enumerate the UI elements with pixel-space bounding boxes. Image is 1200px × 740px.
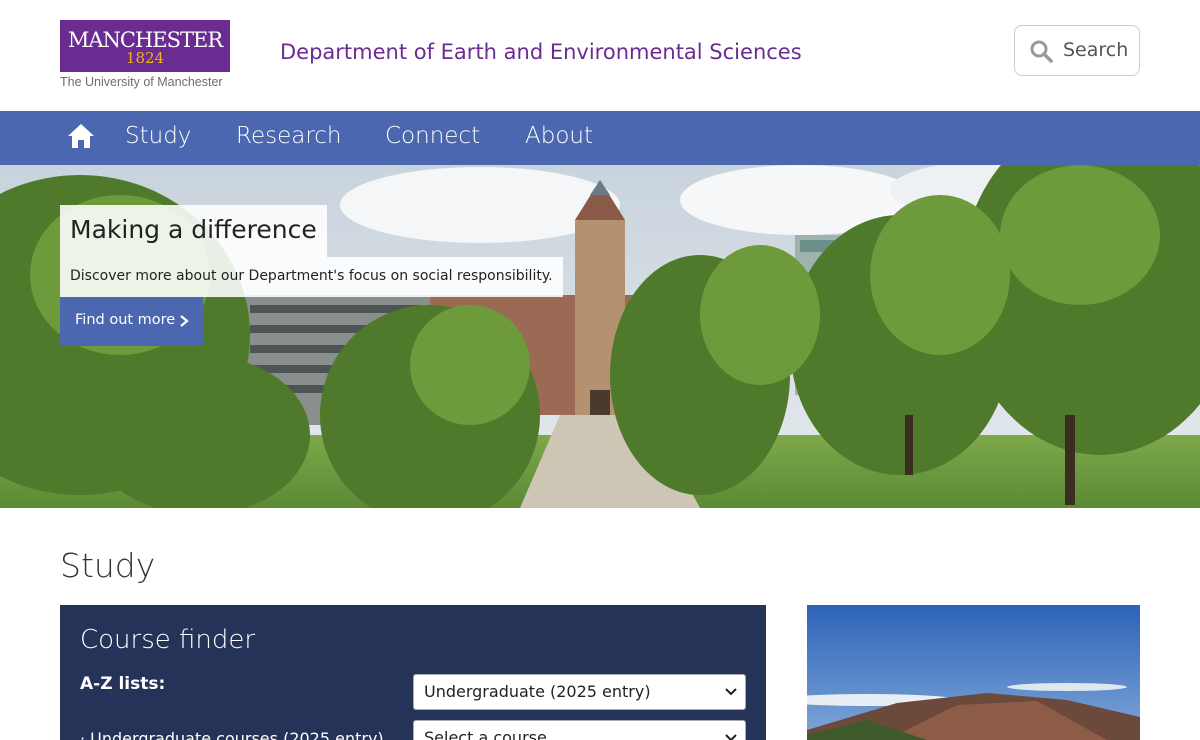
university-logo[interactable]: MANCHESTER 1824 The University of Manche… (60, 20, 230, 90)
main-nav: Study Research Connect About (0, 111, 1200, 165)
level-select[interactable]: Undergraduate (2025 entry) (413, 674, 746, 710)
hero-text: Discover more about our Department's foc… (70, 268, 553, 284)
study-section-title: Study (60, 546, 156, 585)
chevron-down-icon (725, 734, 737, 740)
level-select-value: Undergraduate (2025 entry) (424, 682, 651, 701)
course-select-value: Select a course (424, 728, 547, 740)
nav-item-study[interactable]: Study (125, 123, 191, 149)
hero-heading-box: Making a difference (60, 205, 327, 257)
course-finder: Course finder A-Z lists: Undergraduate (… (60, 605, 766, 740)
undergraduate-courses-link-label: Undergraduate courses (2025 entry) (90, 729, 384, 740)
undergraduate-courses-link[interactable]: · Undergraduate courses (2025 entry) (80, 729, 384, 740)
hero-text-box: Discover more about our Department's foc… (60, 257, 563, 297)
nav-item-connect[interactable]: Connect (385, 123, 480, 149)
volcano-photo[interactable] (807, 605, 1140, 740)
course-finder-title: Course finder (80, 625, 256, 655)
az-lists-label: A-Z lists: (80, 674, 166, 694)
nav-item-research[interactable]: Research (236, 123, 342, 149)
volcano-photo-image (807, 605, 1140, 740)
logo-subtitle: The University of Manchester (60, 75, 223, 89)
chevron-right-icon (180, 315, 189, 327)
chevron-down-icon (725, 688, 737, 696)
home-icon[interactable] (66, 122, 96, 150)
logo-year: 1824 (125, 49, 165, 67)
site-header: MANCHESTER 1824 The University of Manche… (0, 0, 1200, 111)
link-bullet: · (80, 729, 91, 740)
department-title[interactable]: Department of Earth and Environmental Sc… (280, 40, 802, 64)
nav-item-about[interactable]: About (525, 123, 593, 149)
search-icon (1030, 40, 1053, 63)
logo-box: MANCHESTER 1824 (60, 20, 230, 72)
hero-heading: Making a difference (70, 215, 317, 244)
find-out-more-label: Find out more (75, 312, 176, 328)
hero-banner: Making a difference Discover more about … (0, 165, 1200, 508)
search-button[interactable]: Search (1014, 25, 1140, 76)
search-label: Search (1063, 39, 1129, 61)
course-select[interactable]: Select a course (413, 720, 746, 740)
find-out-more-button[interactable]: Find out more (60, 297, 203, 346)
